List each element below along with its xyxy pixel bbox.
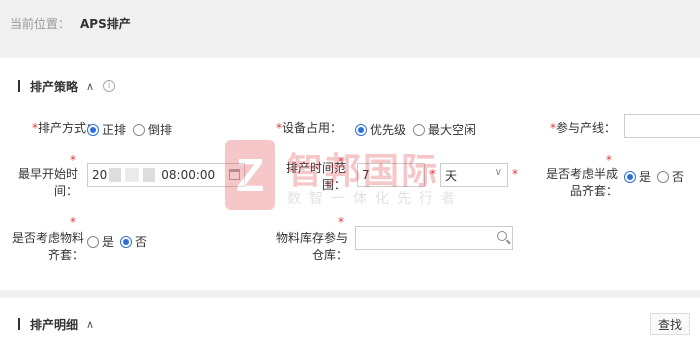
- method-label: *排产方式：: [31, 121, 98, 135]
- radio-unchecked-icon: [413, 123, 425, 136]
- chevron-up-icon[interactable]: ∧: [86, 318, 94, 331]
- breadcrumb: 当前位置： APS排产: [0, 0, 700, 44]
- material-label: 是否考虑物料 齐套：: [11, 231, 84, 262]
- breadcrumb-current: APS排产: [80, 17, 131, 31]
- equipment-priority-radio[interactable]: 优先级: [355, 121, 406, 138]
- chevron-down-icon: ∨: [494, 167, 502, 178]
- radio-unchecked-icon: [87, 235, 99, 248]
- required-mark: *: [70, 215, 76, 229]
- info-icon[interactable]: i: [103, 80, 116, 92]
- required-mark: *: [512, 167, 518, 181]
- radio-checked-icon: [624, 170, 636, 183]
- chevron-up-icon[interactable]: ∧: [86, 80, 94, 93]
- details-section-header[interactable]: 排产明细 ∧: [0, 314, 94, 334]
- semi-no-radio[interactable]: 否: [657, 168, 684, 185]
- method-backward-radio[interactable]: 倒排: [133, 121, 172, 138]
- radio-checked-icon: [87, 123, 99, 136]
- required-mark: *: [338, 215, 344, 229]
- equipment-label: *设备占用：: [275, 121, 342, 135]
- radio-checked-icon: [355, 123, 367, 136]
- section-title: 排产策略: [30, 79, 79, 94]
- breadcrumb-prefix: 当前位置：: [10, 17, 71, 31]
- method-forward-radio[interactable]: 正排: [87, 121, 126, 138]
- section-bar: [18, 80, 20, 92]
- calendar-icon[interactable]: [229, 169, 240, 180]
- search-icon[interactable]: [497, 231, 507, 241]
- earliest-label: 最早开始时 间：: [17, 167, 78, 198]
- radio-unchecked-icon: [133, 123, 145, 136]
- radio-checked-icon: [120, 235, 132, 248]
- earliest-datetime-input[interactable]: 20 08:00:00: [87, 163, 245, 187]
- required-mark: *: [70, 153, 76, 167]
- line-label: *参与产线：: [549, 121, 616, 135]
- range-unit-select[interactable]: 天 ∨: [440, 163, 508, 187]
- range-label: 排产时间范 围：: [285, 161, 346, 192]
- equipment-maxidle-radio[interactable]: 最大空闲: [413, 121, 476, 138]
- required-mark: *: [606, 153, 612, 167]
- section-title: 排产明细: [30, 317, 79, 332]
- radio-unchecked-icon: [657, 170, 669, 183]
- section-bar: [18, 318, 20, 330]
- strategy-section-header[interactable]: 排产策略 ∧ i: [0, 76, 116, 96]
- required-mark: *: [430, 167, 436, 181]
- warehouse-search-input[interactable]: [355, 226, 513, 250]
- range-days-input[interactable]: 7: [357, 163, 425, 187]
- semi-yes-radio[interactable]: 是: [624, 168, 651, 185]
- material-no-radio[interactable]: 否: [120, 233, 147, 250]
- line-input[interactable]: [624, 114, 700, 138]
- semi-label: 是否考虑半成 品齐套：: [545, 167, 618, 198]
- warehouse-label: 物料库存参与 仓库：: [275, 231, 348, 262]
- strategy-panel: 排产策略 ∧ i *排产方式： 正排 倒排 *设备占用： 优先级 最大空闲 *参…: [0, 58, 700, 290]
- material-yes-radio[interactable]: 是: [87, 233, 114, 250]
- details-panel: 排产明细 ∧ 查找: [0, 298, 700, 342]
- search-button[interactable]: 查找: [650, 313, 690, 335]
